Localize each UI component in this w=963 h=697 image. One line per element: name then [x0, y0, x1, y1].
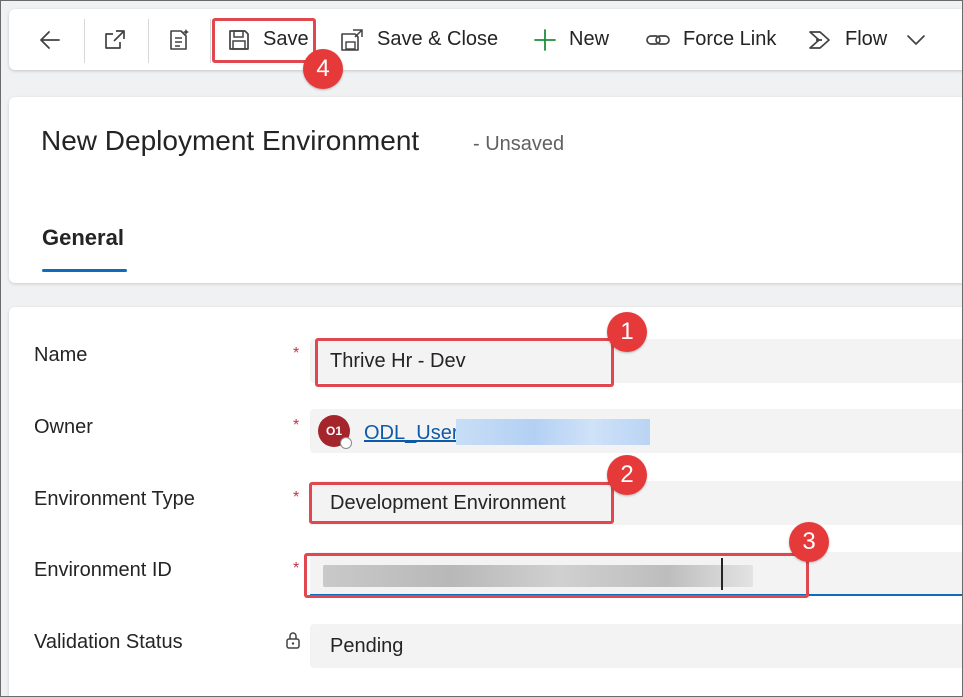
annotation-box-name: [315, 338, 614, 387]
back-button[interactable]: [37, 9, 63, 70]
command-bar: Save Save & Close New Force Link Flow: [9, 9, 962, 70]
flow-label: Flow: [845, 28, 888, 50]
required-indicator: *: [293, 345, 300, 362]
save-and-close-button[interactable]: Save & Close: [339, 9, 498, 70]
environment-type-label: Environment Type: [34, 488, 195, 510]
form-header: New Deployment Environment - Unsaved Gen…: [9, 97, 962, 283]
owner-label: Owner: [34, 416, 93, 438]
chevron-down-icon: [907, 34, 925, 45]
lock-icon: [286, 632, 300, 649]
tab-general[interactable]: General: [42, 225, 124, 251]
annotation-box-environment-type: [309, 482, 614, 524]
required-indicator: *: [293, 560, 300, 577]
flow-dropdown-button[interactable]: [905, 9, 927, 70]
app-window: Save Save & Close New Force Link Flow Ne…: [0, 0, 963, 697]
active-tab-indicator: [42, 269, 127, 272]
annotation-badge-1: 1: [607, 312, 647, 352]
required-indicator: *: [293, 417, 300, 434]
new-button[interactable]: New: [533, 9, 609, 70]
validation-status-field: Pending: [310, 624, 962, 668]
document-sparkle-icon: [170, 28, 189, 50]
environment-id-label: Environment ID: [34, 559, 172, 581]
force-link-label: Force Link: [683, 28, 777, 50]
plus-icon: [534, 28, 556, 51]
new-label: New: [569, 28, 610, 50]
annotation-box-environment-id: [304, 553, 809, 598]
required-indicator: *: [293, 489, 300, 506]
toolbar-separator: [148, 19, 149, 63]
presence-status-icon: [340, 437, 352, 449]
flow-button[interactable]: Flow: [807, 9, 887, 70]
save-status: - Unsaved: [473, 133, 565, 155]
back-arrow-icon: [40, 30, 60, 49]
toolbar-separator: [84, 19, 85, 63]
link-icon: [646, 34, 670, 45]
name-label: Name: [34, 344, 88, 366]
owner-link[interactable]: ODL_User: [364, 422, 458, 445]
save-and-close-icon: [341, 28, 363, 51]
save-and-close-label: Save & Close: [377, 28, 499, 50]
page-title: New Deployment Environment: [41, 125, 420, 156]
validation-status-value: Pending: [330, 635, 404, 657]
open-in-new-window-button[interactable]: [102, 9, 128, 70]
owner-field[interactable]: O1 ODL_User: [310, 409, 962, 453]
force-link-button[interactable]: Force Link: [645, 9, 776, 70]
copilot-form-fill-button[interactable]: [166, 9, 192, 70]
annotation-badge-3: 3: [789, 522, 829, 562]
annotation-box-save: [212, 18, 316, 63]
annotation-badge-4: 4: [303, 49, 343, 89]
annotation-badge-2: 2: [607, 455, 647, 495]
open-in-new-window-icon: [105, 29, 125, 49]
redacted-owner-text: [456, 419, 650, 445]
flow-icon: [809, 30, 830, 49]
validation-status-label: Validation Status: [34, 631, 183, 653]
toolbar-separator: [210, 19, 211, 63]
